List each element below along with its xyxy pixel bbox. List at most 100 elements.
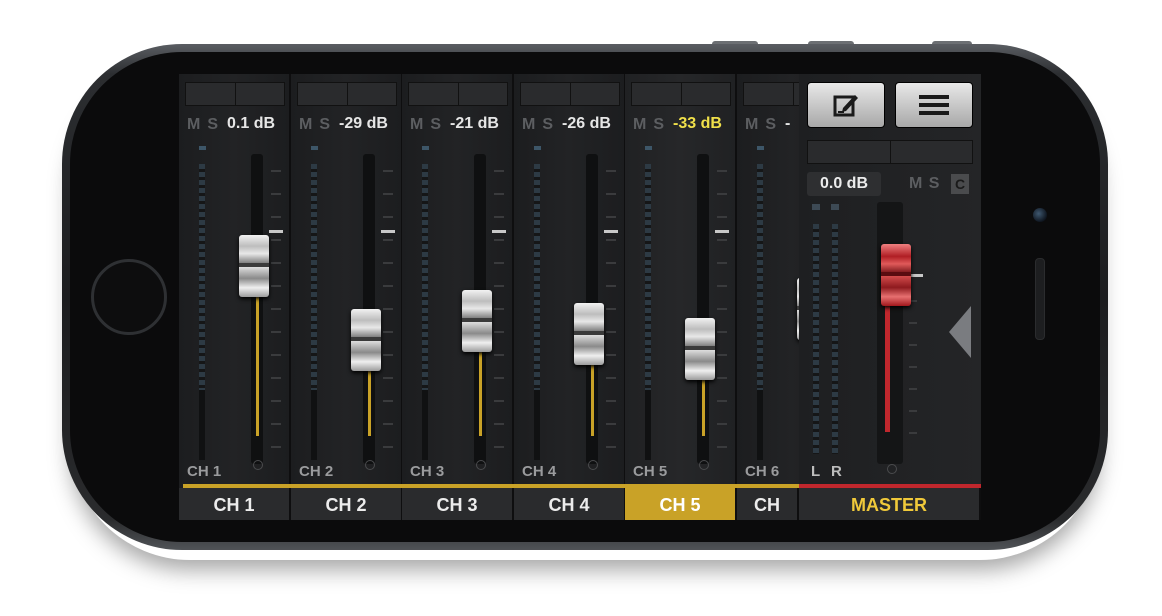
clip-indicator <box>422 146 429 150</box>
solo-button[interactable]: S <box>430 116 442 133</box>
channel-label: CH 2 <box>299 463 334 480</box>
channel-meter-display <box>185 82 285 106</box>
unity-mark <box>492 230 506 233</box>
master-panel: 0.0 dB M S C L R <box>799 74 981 488</box>
tab-channel[interactable]: CH 4 <box>514 488 626 520</box>
master-pan-indicator <box>887 464 897 474</box>
channel-strip: M S -26 dB CH 4 <box>514 74 626 520</box>
channel-tab-bar: MASTER CH 1 CH 2 CH 3 CH 4 CH 5 CH <box>179 488 981 520</box>
channel-level-meter <box>645 164 651 460</box>
unity-mark <box>604 230 618 233</box>
left-clip-indicator <box>812 204 820 210</box>
clip-indicator <box>757 146 764 150</box>
master-meter-display <box>807 140 973 164</box>
mute-button[interactable]: M <box>187 116 201 133</box>
clip-indicator <box>311 146 318 150</box>
solo-button[interactable]: S <box>765 116 777 133</box>
mixer-screen: M S 0.1 dB CH 1 M S -29 dB CH 2 M S -21 dB CH 3 M S -2… <box>179 74 981 520</box>
right-meter-label: R <box>831 463 842 480</box>
master-fader-fill <box>885 304 890 432</box>
solo-button[interactable]: S <box>319 116 331 133</box>
edit-icon <box>833 95 858 117</box>
channel-strip: M S -29 dB CH 2 <box>291 74 403 520</box>
channel-level-meter <box>422 164 428 460</box>
fader-fill <box>479 352 482 436</box>
channel-level-meter <box>311 164 317 460</box>
mute-button[interactable]: M <box>410 116 424 133</box>
fader-handle[interactable] <box>685 318 715 380</box>
channel-strips: M S 0.1 dB CH 1 M S -29 dB CH 2 M S -21 dB CH 3 M S -2… <box>179 74 799 520</box>
solo-button[interactable]: S <box>653 116 665 133</box>
tab-channel[interactable]: CH 1 <box>179 488 291 520</box>
solo-button[interactable]: S <box>207 116 219 133</box>
channel-strip: M S -33 dB CH 5 <box>625 74 737 520</box>
master-fader-track <box>877 202 903 464</box>
right-level-meter <box>832 224 838 454</box>
master-fader-scale <box>909 300 917 450</box>
master-level-readout: 0.0 dB <box>807 172 881 196</box>
channel-level-readout: 0.1 dB <box>227 115 276 132</box>
pan-indicator <box>365 460 375 470</box>
pan-indicator <box>699 460 709 470</box>
fader-scale <box>717 170 727 460</box>
pan-indicator <box>588 460 598 470</box>
mute-button[interactable]: M <box>299 116 313 133</box>
mute-button[interactable]: M <box>522 116 536 133</box>
pan-indicator <box>476 460 486 470</box>
mute-button[interactable]: M <box>633 116 647 133</box>
channel-level-readout: - <box>785 115 791 132</box>
channel-meter-display <box>520 82 620 106</box>
collapse-arrow-icon[interactable] <box>949 306 971 358</box>
mute-solo-buttons: MS <box>187 116 225 134</box>
channel-level-readout: -29 dB <box>339 115 388 132</box>
fader-handle[interactable] <box>239 235 269 297</box>
edit-button[interactable] <box>807 82 885 128</box>
channel-meter-display <box>743 82 799 106</box>
channel-label: CH 4 <box>522 463 557 480</box>
menu-icon <box>919 95 949 115</box>
right-clip-indicator <box>831 204 839 210</box>
mute-solo-buttons: MS <box>299 116 337 134</box>
clip-indicator <box>645 146 652 150</box>
channel-level-meter <box>199 164 205 460</box>
channel-label: CH 6 <box>745 463 780 480</box>
tab-channel[interactable]: CH 3 <box>402 488 514 520</box>
tab-channel[interactable]: CH <box>737 488 799 520</box>
solo-button[interactable]: S <box>542 116 554 133</box>
master-fader-handle[interactable] <box>881 244 911 306</box>
menu-button[interactable] <box>895 82 973 128</box>
front-camera <box>1033 208 1047 222</box>
mute-button[interactable]: M <box>745 116 759 133</box>
tab-master[interactable]: MASTER <box>799 488 981 520</box>
left-meter-label: L <box>811 463 821 480</box>
fader-scale <box>494 170 504 460</box>
unity-mark <box>269 230 283 233</box>
channel-level-meter <box>534 164 540 460</box>
tab-channel[interactable]: CH 2 <box>291 488 403 520</box>
unity-mark <box>381 230 395 233</box>
channel-meter-display <box>408 82 508 106</box>
left-level-meter <box>813 224 819 454</box>
mute-solo-buttons: MS <box>633 116 671 134</box>
fader-handle[interactable] <box>351 309 381 371</box>
channel-meter-display <box>297 82 397 106</box>
earpiece-speaker <box>1035 258 1045 340</box>
fader-fill <box>256 297 259 436</box>
channel-meter-display <box>631 82 731 106</box>
channel-level-readout: -21 dB <box>450 115 499 132</box>
channel-level-meter <box>757 164 763 460</box>
pan-indicator <box>253 460 263 470</box>
fader-scale <box>606 170 616 460</box>
channel-label: CH 5 <box>633 463 668 480</box>
tab-channel[interactable]: CH 5 <box>625 488 737 520</box>
fader-fill <box>591 365 594 436</box>
master-c-button[interactable]: C <box>951 174 969 194</box>
channel-label: CH 3 <box>410 463 445 480</box>
master-mute-solo[interactable]: M S <box>909 175 940 193</box>
fader-scale <box>383 170 393 460</box>
channel-strip: M S 0.1 dB CH 1 <box>179 74 291 520</box>
fader-handle[interactable] <box>574 303 604 365</box>
fader-handle[interactable] <box>462 290 492 352</box>
home-button <box>91 259 167 335</box>
channel-label: CH 1 <box>187 463 222 480</box>
